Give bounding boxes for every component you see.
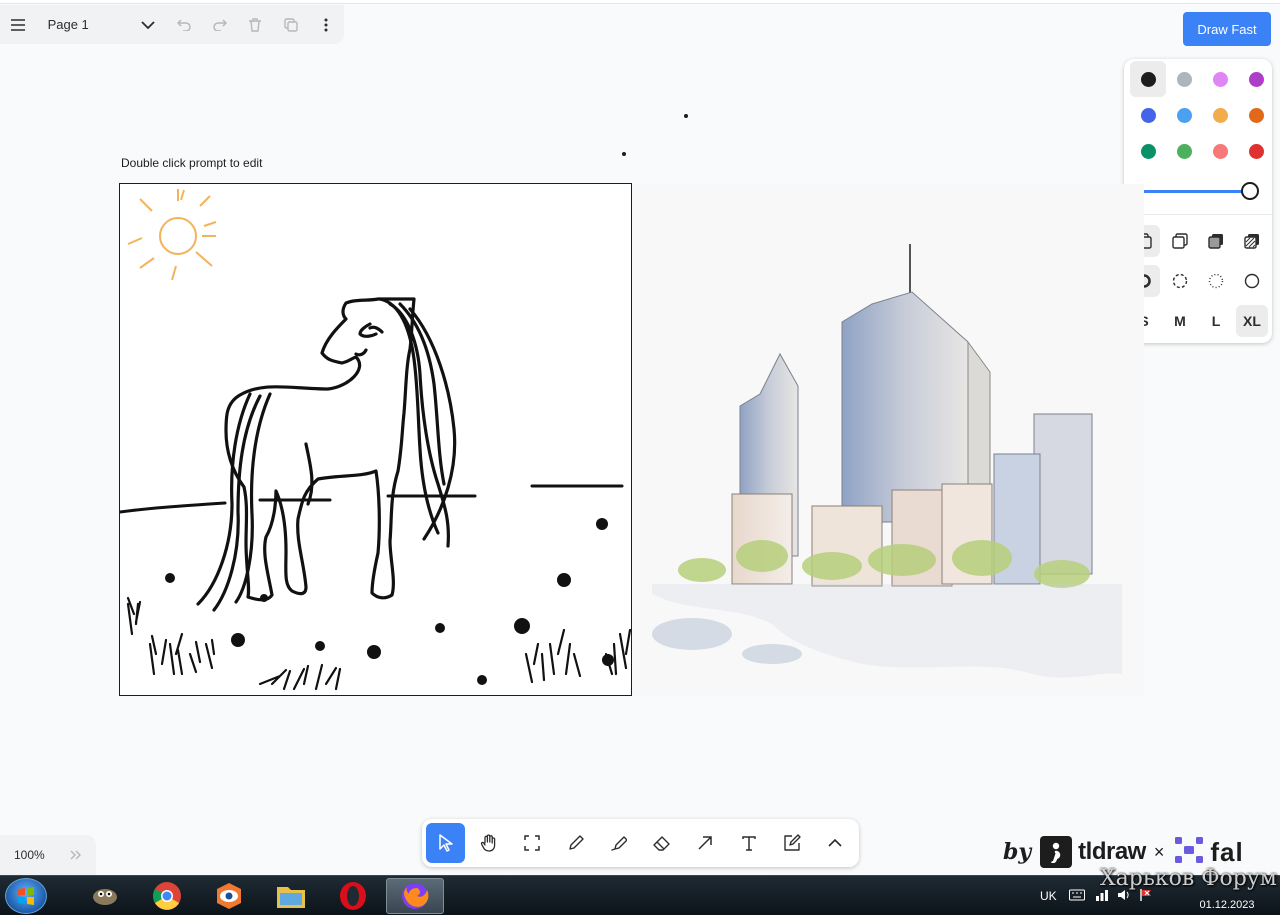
frame-icon[interactable] <box>513 823 552 863</box>
brand-by: by <box>1003 839 1032 865</box>
size-option-xl[interactable]: XL <box>1236 305 1268 337</box>
opera-icon[interactable] <box>324 878 382 914</box>
color-swatch[interactable] <box>1238 61 1274 97</box>
color-swatch[interactable] <box>1166 97 1202 133</box>
redo-icon[interactable] <box>202 7 238 43</box>
size-option-m[interactable]: M <box>1164 305 1196 337</box>
color-swatch-dot <box>1176 107 1192 123</box>
chevron-up-icon[interactable] <box>816 823 855 863</box>
opacity-slider-thumb[interactable] <box>1241 182 1259 200</box>
page-menu-bar: Page 1 <box>0 5 344 44</box>
color-swatch-dot <box>1140 143 1156 159</box>
keyboard-icon[interactable] <box>1068 889 1085 904</box>
minimap-toggle-icon[interactable] <box>70 848 82 863</box>
color-swatch[interactable] <box>1130 61 1166 97</box>
color-swatch-dot <box>1140 107 1156 123</box>
color-swatch-dot <box>1248 107 1264 123</box>
opacity-slider-track <box>1136 190 1248 193</box>
file-explorer-icon[interactable] <box>262 878 320 914</box>
opacity-slider[interactable] <box>1136 182 1260 200</box>
hamburger-menu-icon[interactable] <box>0 7 36 43</box>
horse-sketch <box>118 189 632 691</box>
color-swatch[interactable] <box>1130 133 1166 169</box>
dash-dashed-icon[interactable] <box>1164 265 1196 297</box>
style-panel-divider <box>1124 214 1272 215</box>
color-swatch[interactable] <box>1166 61 1202 97</box>
size-options: S M L XL <box>1126 305 1270 337</box>
tldraw-logo-icon <box>1040 836 1073 868</box>
dot-shape[interactable] <box>622 152 626 156</box>
color-swatch-dot <box>1212 143 1228 159</box>
color-swatch-dot <box>1176 71 1192 87</box>
color-swatch[interactable] <box>1238 133 1274 169</box>
trash-icon[interactable] <box>237 7 273 43</box>
forum-watermark: Харьков Форум <box>1100 866 1277 891</box>
top-browser-edge <box>0 0 1280 4</box>
brand-fal: fal <box>1210 836 1244 867</box>
city-watercolor-image <box>632 184 1144 696</box>
zoom-menu[interactable]: 100% <box>0 835 96 875</box>
fill-solid-icon[interactable] <box>1200 225 1232 257</box>
arrow-icon[interactable] <box>686 823 725 863</box>
dash-solid-icon[interactable] <box>1236 265 1268 297</box>
duplicate-icon[interactable] <box>273 7 309 43</box>
size-option-l[interactable]: L <box>1200 305 1232 337</box>
branding[interactable]: by tldraw × fal <box>1003 836 1244 868</box>
language-indicator[interactable]: UK <box>1040 889 1057 903</box>
gimp-icon[interactable] <box>76 878 134 914</box>
color-swatch[interactable] <box>1202 133 1238 169</box>
chevron-down-icon[interactable] <box>131 7 167 43</box>
more-vertical-icon[interactable] <box>308 7 344 43</box>
color-swatch[interactable] <box>1130 97 1166 133</box>
color-swatch[interactable] <box>1202 97 1238 133</box>
color-swatch-dot <box>1176 143 1192 159</box>
eye-app-icon[interactable] <box>200 878 258 914</box>
page-name[interactable]: Page 1 <box>36 17 131 32</box>
brand-tldraw: tldraw <box>1078 838 1146 865</box>
fill-semi-icon[interactable] <box>1164 225 1196 257</box>
style-panel: S M L XL <box>1124 59 1272 343</box>
draw-icon[interactable] <box>556 823 595 863</box>
dash-options <box>1126 265 1270 297</box>
fill-pattern-icon[interactable] <box>1236 225 1268 257</box>
windows-start-icon[interactable] <box>5 878 47 914</box>
color-swatches <box>1130 61 1274 169</box>
select-icon[interactable] <box>426 823 466 863</box>
highlight-icon[interactable] <box>599 823 638 863</box>
firefox-icon[interactable] <box>386 878 444 914</box>
eraser-icon[interactable] <box>642 823 681 863</box>
dot-shape[interactable] <box>684 114 688 118</box>
color-swatch-dot <box>1248 143 1264 159</box>
prompt-label[interactable]: Double click prompt to edit <box>121 156 262 170</box>
hand-icon[interactable] <box>469 823 508 863</box>
color-swatch-dot <box>1140 71 1156 87</box>
fill-options <box>1126 225 1270 257</box>
color-swatch-dot <box>1212 71 1228 87</box>
color-swatch-dot <box>1212 107 1228 123</box>
windows-taskbar: UK 01.12.2023 <box>0 875 1280 915</box>
fal-logo-icon <box>1174 836 1204 869</box>
color-swatch[interactable] <box>1166 133 1202 169</box>
color-swatch[interactable] <box>1238 97 1274 133</box>
zoom-level: 100% <box>14 848 45 862</box>
draw-fast-button[interactable]: Draw Fast <box>1183 12 1271 46</box>
tool-bar <box>422 819 859 867</box>
dash-dotted-icon[interactable] <box>1200 265 1232 297</box>
undo-icon[interactable] <box>166 7 202 43</box>
chrome-icon[interactable] <box>138 878 196 914</box>
generated-output-image[interactable] <box>632 184 1144 696</box>
brand-x: × <box>1153 841 1165 862</box>
note-icon[interactable] <box>772 823 811 863</box>
sketch-frame[interactable] <box>118 183 632 696</box>
color-swatch[interactable] <box>1202 61 1238 97</box>
text-icon[interactable] <box>729 823 768 863</box>
color-swatch-dot <box>1248 71 1264 87</box>
